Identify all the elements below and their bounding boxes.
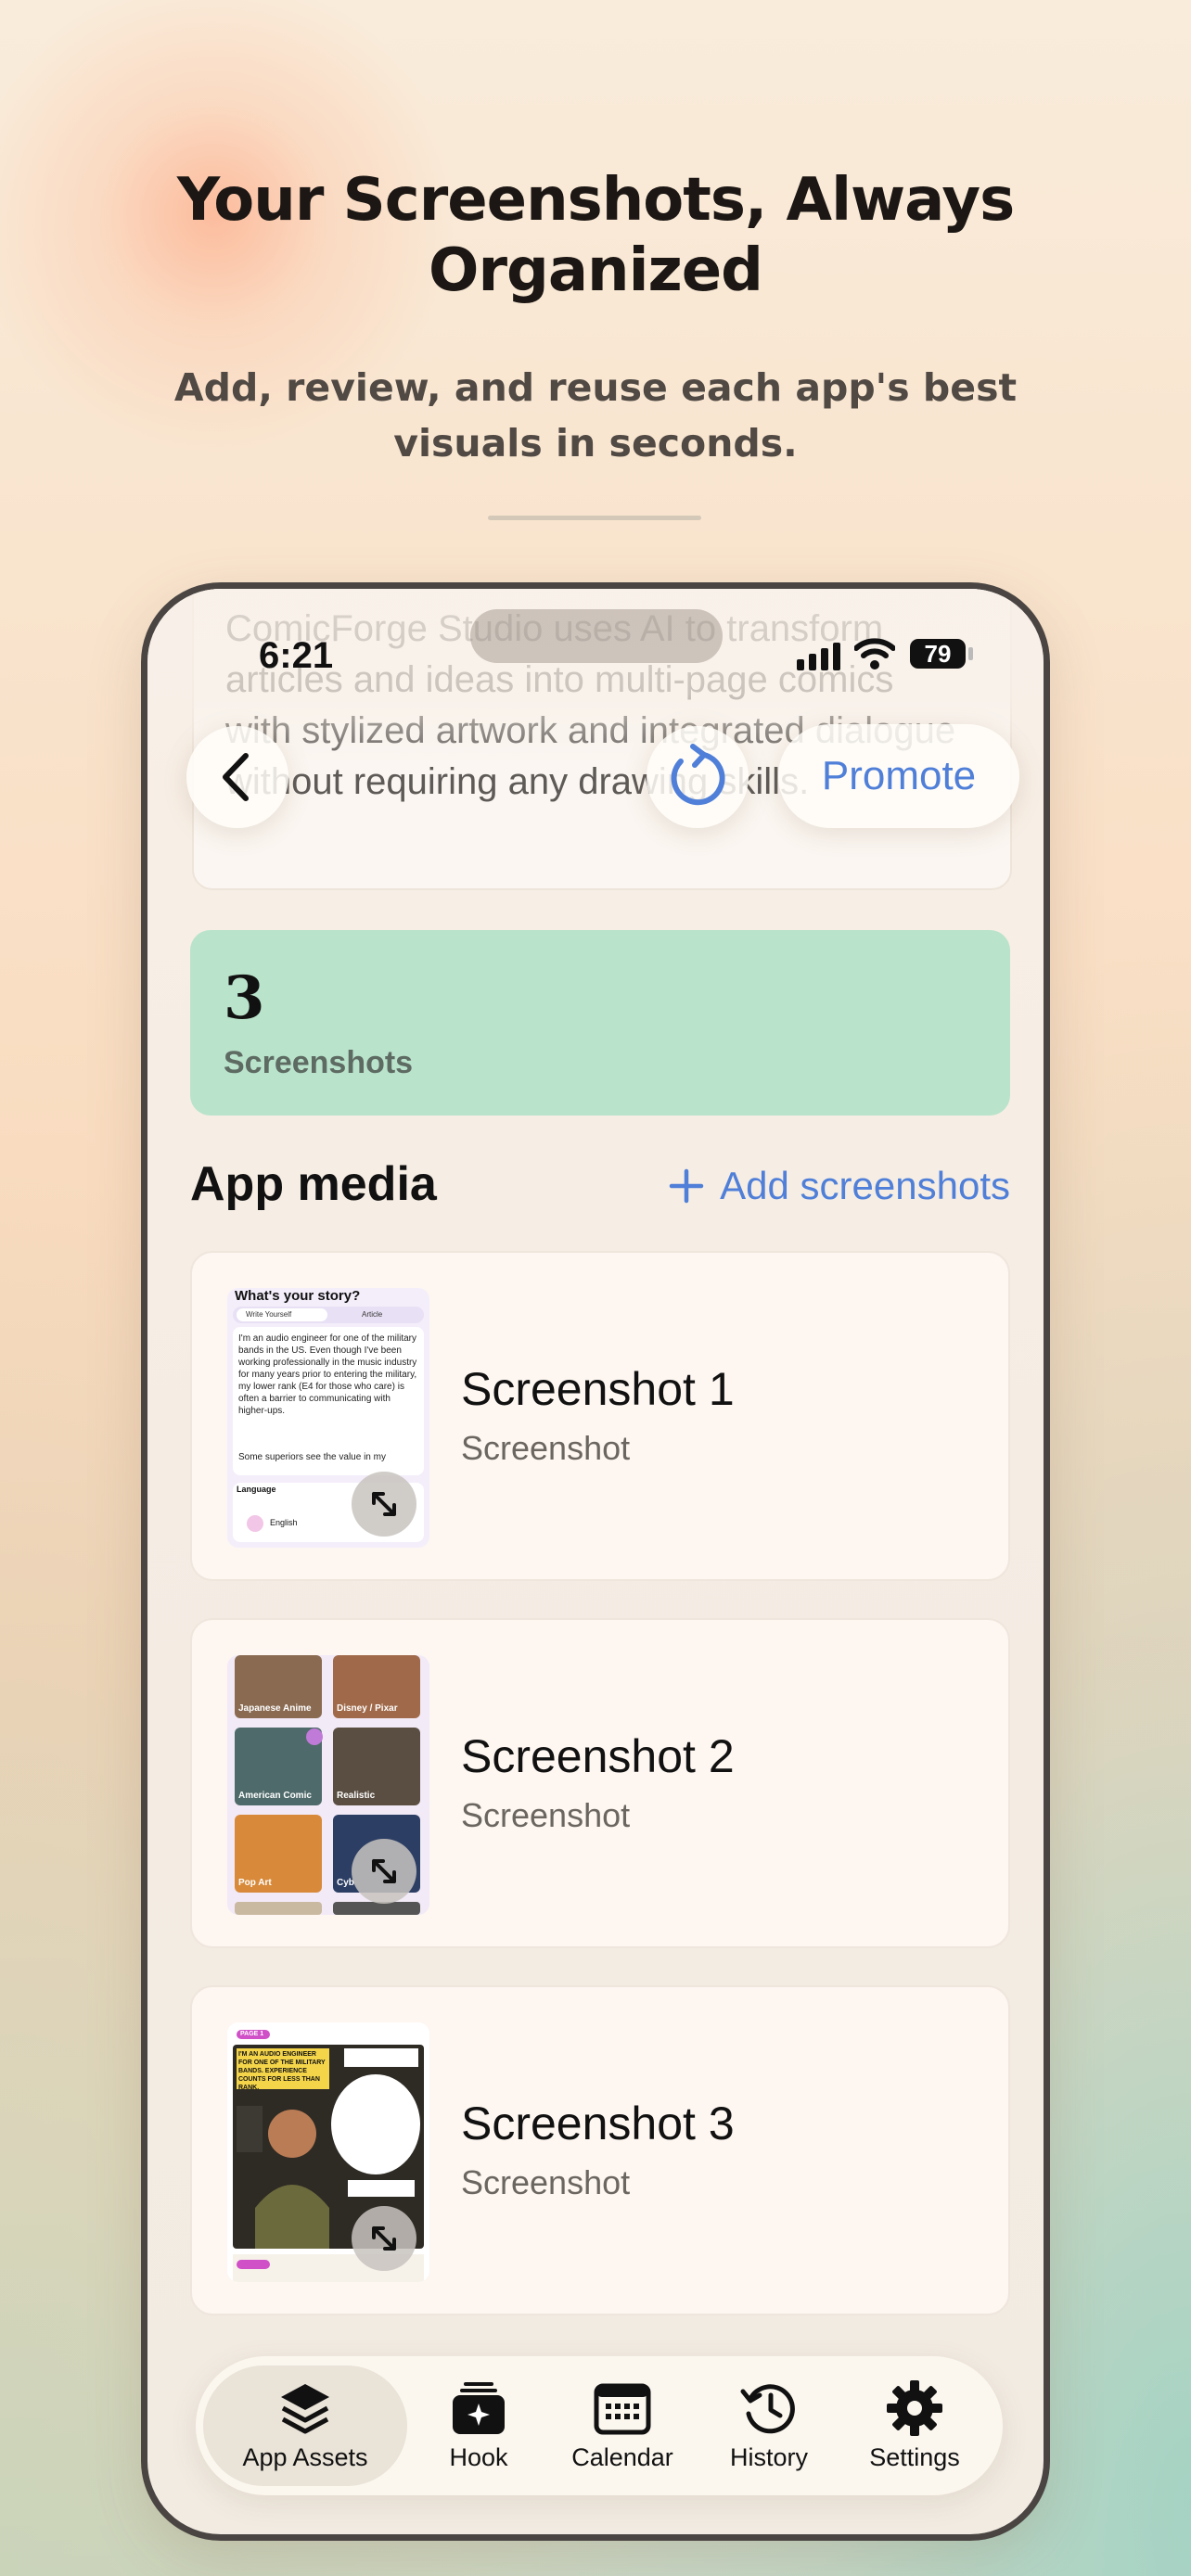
media-card-title: Screenshot 1	[461, 1363, 735, 1415]
refresh-icon	[671, 744, 725, 806]
tab-app-assets[interactable]: App Assets	[203, 2366, 407, 2486]
screenshot-count: 3	[224, 963, 265, 1033]
thumbnail-1-heading: What's your story?	[235, 1288, 361, 1304]
media-card-1[interactable]: What's your story? Write Yourself Articl…	[190, 1251, 1010, 1581]
media-card-3[interactable]: I'M AN AUDIO ENGINEER FOR ONE OF THE MIL…	[190, 1985, 1010, 2315]
hook-icon	[453, 2382, 505, 2434]
status-time: 6:21	[259, 635, 334, 676]
layers-icon	[281, 2384, 329, 2434]
thumbnail-3-caption: I'M AN AUDIO ENGINEER FOR ONE OF THE MIL…	[238, 2051, 326, 2091]
screenshot-count-label: Screenshots	[224, 1045, 414, 1080]
media-card-2[interactable]: Japanese Anime Disney / Pixar American C…	[190, 1618, 1010, 1948]
thumbnail-2-style-4: Realistic	[337, 1791, 376, 1801]
expand-icon	[372, 1859, 396, 1883]
gear-icon	[887, 2380, 942, 2436]
history-icon	[740, 2384, 795, 2434]
hero-subtitle: Add, review, and reuse each app's best v…	[173, 365, 1018, 465]
tab-settings[interactable]: Settings	[845, 2366, 984, 2486]
media-card-subtitle: Screenshot	[461, 1429, 631, 1467]
media-card-title: Screenshot 2	[461, 1730, 735, 1782]
promote-button[interactable]: Promote	[778, 724, 1019, 828]
hero-title: Your Screenshots, Always Organized	[176, 166, 1015, 305]
tab-label: Settings	[869, 2443, 960, 2471]
dynamic-island	[470, 609, 723, 663]
add-screenshots-button[interactable]: Add screenshots	[639, 1158, 1010, 1214]
tab-calendar[interactable]: Calendar	[548, 2366, 697, 2486]
hero-divider	[488, 516, 701, 520]
add-screenshots-label: Add screenshots	[720, 1164, 1010, 1207]
calendar-icon	[594, 2383, 651, 2435]
thumbnail-1-body: I'm an audio engineer for one of the mil…	[238, 1333, 417, 1416]
tab-label: Hook	[449, 2443, 508, 2471]
expand-icon	[372, 2226, 396, 2251]
battery-indicator: 79	[910, 639, 966, 669]
media-card-subtitle: Screenshot	[461, 2163, 631, 2201]
thumbnail-3-page-badge: PAGE 1	[240, 2031, 264, 2037]
screenshot-count-card: 3 Screenshots	[190, 930, 1010, 1116]
section-title-app-media: App media	[190, 1157, 437, 1211]
app-screen: ComicForge Studio uses AI to transform a…	[147, 589, 1044, 2534]
thumbnail-2-style-3: American Comic	[238, 1791, 312, 1801]
thumbnail-1-body-2: Some superiors see the value in my	[238, 1452, 386, 1462]
wifi-icon	[854, 638, 895, 670]
tab-history[interactable]: History	[704, 2366, 834, 2486]
thumbnail-2-style-5: Pop Art	[238, 1878, 272, 1888]
expand-button-3[interactable]	[352, 2206, 416, 2271]
media-card-title: Screenshot 3	[461, 2098, 735, 2149]
thumbnail-1-language-label: Language	[237, 1485, 276, 1494]
chevron-left-icon	[223, 753, 249, 801]
thumbnail-1-tab-article: Article	[362, 1310, 383, 1319]
expand-button-2[interactable]	[352, 1839, 416, 1904]
thumbnail-1-tab-write: Write Yourself	[246, 1310, 292, 1319]
media-card-subtitle: Screenshot	[461, 1796, 631, 1834]
phone-frame: ComicForge Studio uses AI to transform a…	[141, 582, 1050, 2541]
tab-label: History	[729, 2443, 808, 2471]
refresh-button[interactable]	[647, 726, 749, 828]
tab-label: Calendar	[571, 2443, 673, 2471]
battery-cap	[968, 647, 973, 660]
tab-hook[interactable]: Hook	[418, 2366, 539, 2486]
thumbnail-2-style-1: Japanese Anime	[238, 1703, 312, 1714]
tab-bar: App Assets Hook Calendar History Setting…	[196, 2356, 1003, 2495]
expand-icon	[372, 1492, 396, 1516]
back-button[interactable]	[186, 726, 288, 828]
plus-icon	[669, 1168, 704, 1204]
thumbnail-2-style-2: Disney / Pixar	[337, 1703, 398, 1714]
tab-label: App Assets	[242, 2443, 368, 2471]
thumbnail-1-language-value: English	[270, 1518, 298, 1527]
cellular-signal-icon	[797, 643, 840, 670]
expand-button-1[interactable]	[352, 1472, 416, 1537]
